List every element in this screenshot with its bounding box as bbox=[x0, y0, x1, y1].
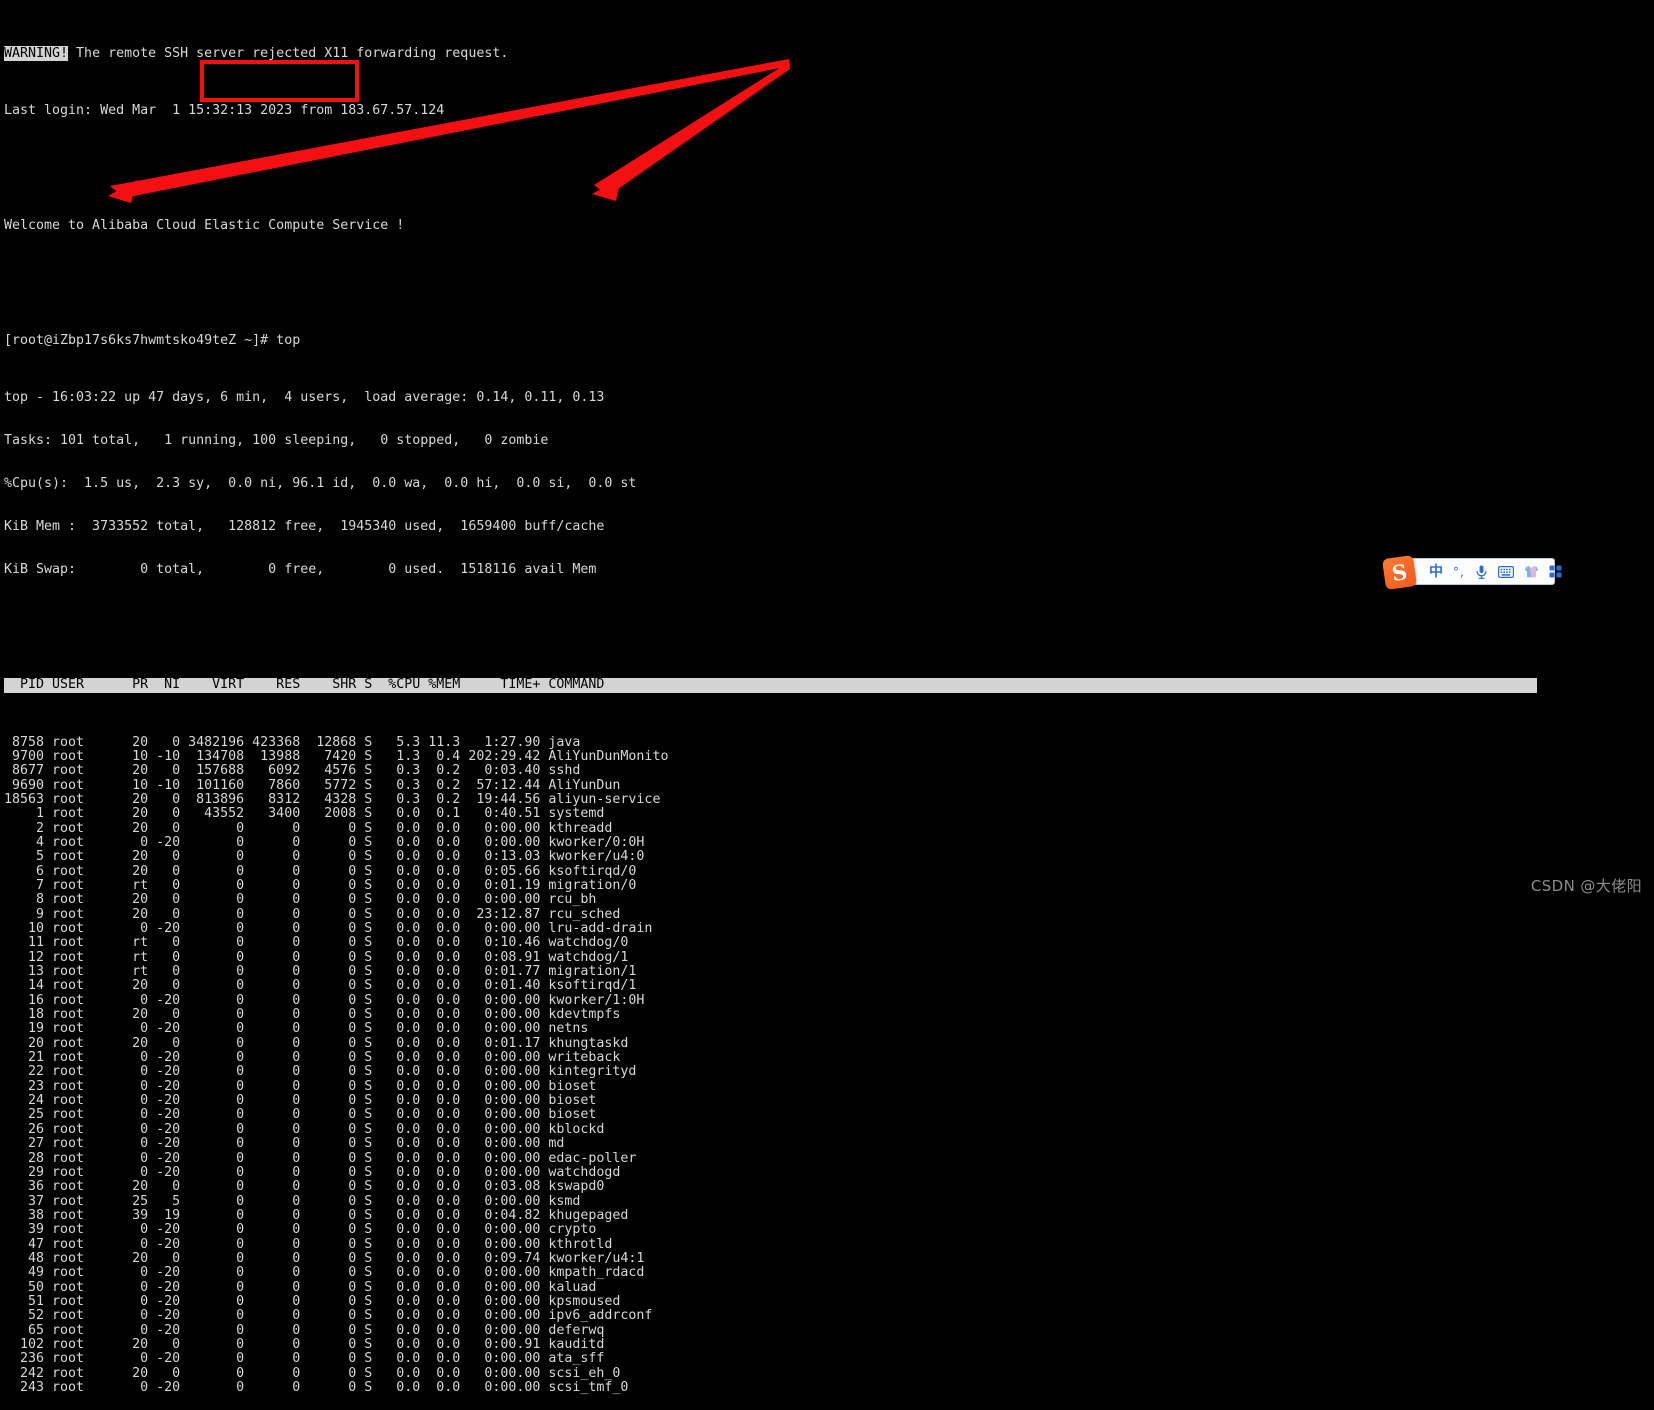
csdn-watermark: CSDN @大佬阳 bbox=[1530, 877, 1642, 895]
process-row: 11 root rt 0 0 0 0 S 0.0 0.0 0:10.46 wat… bbox=[4, 935, 629, 951]
process-row: 20 root 20 0 0 0 0 S 0.0 0.0 0:01.17 khu… bbox=[4, 1035, 629, 1051]
process-row: 28 root 0 -20 0 0 0 S 0.0 0.0 0:00.00 ed… bbox=[4, 1150, 637, 1166]
warning-text: The remote SSH server rejected X11 forwa… bbox=[68, 46, 509, 62]
warning-badge: WARNING! bbox=[4, 46, 69, 62]
process-row: 8 root 20 0 0 0 0 S 0.0 0.0 0:00.00 rcu_… bbox=[4, 892, 597, 908]
process-row: 48 root 20 0 0 0 0 S 0.0 0.0 0:09.74 kwo… bbox=[4, 1250, 645, 1266]
process-row: 65 root 0 -20 0 0 0 S 0.0 0.0 0:00.00 de… bbox=[4, 1322, 605, 1338]
process-row: 21 root 0 -20 0 0 0 S 0.0 0.0 0:00.00 wr… bbox=[4, 1050, 621, 1066]
process-row: 1 root 20 0 43552 3400 2008 S 0.0 0.1 0:… bbox=[4, 806, 605, 822]
ime-toolbox-grid-icon[interactable] bbox=[1549, 565, 1562, 578]
process-row: 4 root 0 -20 0 0 0 S 0.0 0.0 0:00.00 kwo… bbox=[4, 834, 645, 850]
process-row: 9700 root 10 -10 134708 13988 7420 S 1.3… bbox=[4, 748, 669, 764]
process-row: 22 root 0 -20 0 0 0 S 0.0 0.0 0:00.00 ki… bbox=[4, 1064, 637, 1080]
ime-language-toggle-icon[interactable]: 中 bbox=[1429, 565, 1443, 579]
process-row: 8677 root 20 0 157688 6092 4576 S 0.3 0.… bbox=[4, 763, 581, 779]
top-uptime-line: top - 16:03:22 up 47 days, 6 min, 4 user… bbox=[4, 390, 605, 406]
ime-soft-keyboard-icon[interactable] bbox=[1497, 565, 1514, 578]
process-row: 24 root 0 -20 0 0 0 S 0.0 0.0 0:00.00 bi… bbox=[4, 1093, 597, 1109]
process-row: 9690 root 10 -10 101160 7860 5772 S 0.3 … bbox=[4, 777, 621, 793]
process-row: 29 root 0 -20 0 0 0 S 0.0 0.0 0:00.00 wa… bbox=[4, 1164, 621, 1180]
process-row: 18 root 20 0 0 0 0 S 0.0 0.0 0:00.00 kde… bbox=[4, 1007, 621, 1023]
sogou-logo-icon[interactable]: S bbox=[1381, 554, 1418, 591]
warning-line: WARNING! The remote SSH server rejected … bbox=[4, 46, 1654, 62]
process-row: 51 root 0 -20 0 0 0 S 0.0 0.0 0:00.00 kp… bbox=[4, 1293, 621, 1309]
process-row: 2 root 20 0 0 0 0 S 0.0 0.0 0:00.00 kthr… bbox=[4, 820, 613, 836]
process-row: 23 root 0 -20 0 0 0 S 0.0 0.0 0:00.00 bi… bbox=[4, 1078, 597, 1094]
process-row: 5 root 20 0 0 0 0 S 0.0 0.0 0:13.03 kwor… bbox=[4, 849, 645, 865]
process-table-header: PID USER PR NI VIRT RES SHR S %CPU %MEM … bbox=[4, 677, 1537, 693]
welcome-line: Welcome to Alibaba Cloud Elastic Compute… bbox=[4, 218, 405, 234]
process-row: 50 root 0 -20 0 0 0 S 0.0 0.0 0:00.00 ka… bbox=[4, 1279, 597, 1295]
process-row: 236 root 0 -20 0 0 0 S 0.0 0.0 0:00.00 a… bbox=[4, 1351, 605, 1367]
process-row: 10 root 0 -20 0 0 0 S 0.0 0.0 0:00.00 lr… bbox=[4, 921, 653, 936]
process-row: 49 root 0 -20 0 0 0 S 0.0 0.0 0:00.00 km… bbox=[4, 1265, 645, 1281]
process-row: 6 root 20 0 0 0 0 S 0.0 0.0 0:05.66 ksof… bbox=[4, 863, 637, 879]
top-tasks-line: Tasks: 101 total, 1 running, 100 sleepin… bbox=[4, 433, 549, 449]
process-table-body: 8758 root 20 0 3482196 423368 12868 S 5.… bbox=[4, 734, 1654, 1396]
process-row: 25 root 0 -20 0 0 0 S 0.0 0.0 0:00.00 bi… bbox=[4, 1107, 597, 1123]
process-row: 8758 root 20 0 3482196 423368 12868 S 5.… bbox=[4, 734, 581, 750]
process-row: 52 root 0 -20 0 0 0 S 0.0 0.0 0:00.00 ip… bbox=[4, 1308, 653, 1324]
process-row: 26 root 0 -20 0 0 0 S 0.0 0.0 0:00.00 kb… bbox=[4, 1121, 605, 1137]
process-row: 102 root 20 0 0 0 0 S 0.0 0.0 0:00.91 ka… bbox=[4, 1336, 605, 1352]
process-row: 14 root 20 0 0 0 0 S 0.0 0.0 0:01.40 kso… bbox=[4, 978, 637, 994]
process-row: 18563 root 20 0 813896 8312 4328 S 0.3 0… bbox=[4, 791, 661, 807]
process-row: 27 root 0 -20 0 0 0 S 0.0 0.0 0:00.00 md bbox=[4, 1136, 565, 1152]
ime-punctuation-toggle-icon[interactable]: °, bbox=[1453, 566, 1465, 578]
process-row: 47 root 0 -20 0 0 0 S 0.0 0.0 0:00.00 kt… bbox=[4, 1236, 613, 1252]
top-cpu-line: %Cpu(s): 1.5 us, 2.3 sy, 0.0 ni, 96.1 id… bbox=[4, 476, 637, 492]
sogou-ime-toolbar[interactable]: S 中 °, bbox=[1381, 554, 1562, 591]
ime-skin-tshirt-icon[interactable] bbox=[1524, 565, 1539, 578]
process-row: 12 root rt 0 0 0 0 S 0.0 0.0 0:08.91 wat… bbox=[4, 949, 629, 965]
shell-prompt-line[interactable]: [root@iZbp17s6ks7hwmtsko49teZ ~]# top bbox=[4, 333, 1654, 348]
process-row: 242 root 20 0 0 0 0 S 0.0 0.0 0:00.00 sc… bbox=[4, 1365, 621, 1381]
process-row: 19 root 0 -20 0 0 0 S 0.0 0.0 0:00.00 ne… bbox=[4, 1021, 589, 1037]
ime-voice-input-icon[interactable] bbox=[1475, 565, 1488, 579]
last-login-line: Last login: Wed Mar 1 15:32:13 2023 from… bbox=[4, 103, 445, 119]
terminal-window[interactable]: WARNING! The remote SSH server rejected … bbox=[0, 0, 1654, 1395]
process-row: 13 root rt 0 0 0 0 S 0.0 0.0 0:01.77 mig… bbox=[4, 964, 637, 980]
process-row: 36 root 20 0 0 0 0 S 0.0 0.0 0:03.08 ksw… bbox=[4, 1179, 605, 1195]
process-row: 39 root 0 -20 0 0 0 S 0.0 0.0 0:00.00 cr… bbox=[4, 1222, 597, 1238]
process-row: 16 root 0 -20 0 0 0 S 0.0 0.0 0:00.00 kw… bbox=[4, 992, 645, 1008]
process-row: 37 root 25 5 0 0 0 S 0.0 0.0 0:00.00 ksm… bbox=[4, 1193, 581, 1209]
process-row: 243 root 0 -20 0 0 0 S 0.0 0.0 0:00.00 s… bbox=[4, 1380, 629, 1395]
process-table-header-row: PID USER PR NI VIRT RES SHR S %CPU %MEM … bbox=[4, 677, 1654, 693]
process-row: 38 root 39 19 0 0 0 S 0.0 0.0 0:04.82 kh… bbox=[4, 1207, 629, 1223]
process-row: 9 root 20 0 0 0 0 S 0.0 0.0 23:12.87 rcu… bbox=[4, 906, 621, 922]
top-mem-line: KiB Mem : 3733552 total, 128812 free, 19… bbox=[4, 519, 605, 535]
process-row: 7 root rt 0 0 0 0 S 0.0 0.0 0:01.19 migr… bbox=[4, 877, 637, 893]
